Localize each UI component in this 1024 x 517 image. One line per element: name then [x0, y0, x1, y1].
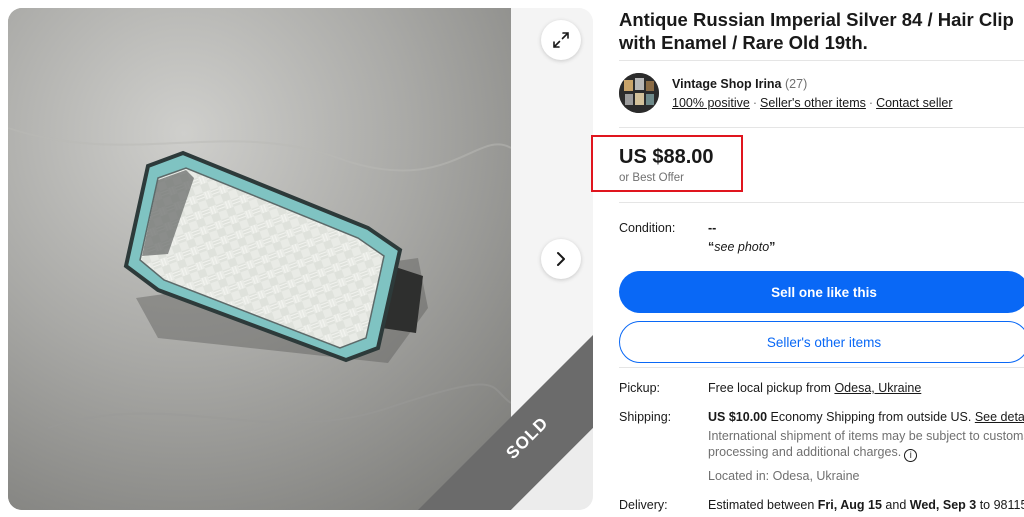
shipping-method: Economy Shipping from outside US. [767, 410, 975, 424]
delivery-date-from: Fri, Aug 15 [817, 498, 882, 512]
shipping-cost: US $10.00 [708, 410, 768, 424]
international-note-line2: processing and additional charges. i [708, 445, 918, 462]
contact-seller-link[interactable]: Contact seller [876, 96, 952, 110]
listing-title: Antique Russian Imperial Silver 84 / Hai… [619, 9, 1014, 53]
delivery-and: and [881, 498, 910, 512]
divider [619, 127, 1024, 128]
condition-label: Condition: [619, 221, 676, 235]
condition-note: “see photo” [708, 240, 775, 254]
separator-dot: · [868, 96, 874, 110]
next-image-button[interactable] [541, 239, 581, 279]
delivery-zip: to 98115 [976, 498, 1024, 512]
delivery-prefix: Estimated between [708, 498, 818, 512]
divider [619, 367, 1024, 368]
seller-other-items-button[interactable]: Seller's other items [619, 321, 1024, 363]
delivery-value: Estimated between Fri, Aug 15 and Wed, S… [708, 498, 1024, 515]
pickup-label: Pickup: [619, 381, 660, 395]
positive-feedback-link[interactable]: 100% positive [672, 96, 750, 110]
best-offer-text: or Best Offer [619, 172, 684, 184]
divider [619, 202, 1024, 203]
seller-feedback-count: (27) [785, 77, 808, 91]
expand-image-button[interactable] [541, 20, 581, 60]
pickup-value: Free local pickup from Odesa, Ukraine [708, 381, 921, 395]
shipping-value: US $10.00 Economy Shipping from outside … [708, 410, 1024, 424]
separator-dot: · [752, 96, 757, 110]
sell-one-like-this-button[interactable]: Sell one like this [619, 271, 1024, 313]
delivery-label: Delivery: [619, 498, 668, 512]
condition-value: -- [708, 221, 717, 235]
chevron-right-icon [557, 252, 565, 266]
avatar-image [619, 73, 659, 113]
seller-other-items-link[interactable]: Seller's other items [760, 96, 866, 110]
listing-details-panel: Antique Russian Imperial Silver 84 / Hai… [619, 0, 1024, 517]
pickup-text: Free local pickup from [708, 381, 835, 395]
quote-close: ” [769, 240, 776, 254]
international-note-text: processing and additional charges. [708, 445, 902, 459]
info-icon[interactable]: i [904, 449, 918, 462]
located-in: Located in: Odesa, Ukraine [708, 469, 860, 483]
seller-info: Vintage Shop Irina (27) 100% positive · Se… [619, 73, 1024, 115]
seller-links: 100% positive · Seller's other items · Conta… [672, 96, 953, 110]
delivery-date-to: Wed, Sep 3 [909, 498, 977, 512]
hair-clip-illustration [8, 8, 511, 510]
seller-name[interactable]: Vintage Shop Irina [672, 77, 782, 91]
product-photo[interactable] [8, 8, 511, 510]
image-gallery: SOLD [8, 8, 593, 510]
seller-name-line: Vintage Shop Irina (27) [672, 77, 807, 91]
divider [619, 60, 1024, 61]
expand-icon [553, 32, 569, 48]
condition-note-text: see photo [714, 240, 770, 254]
seller-avatar[interactable] [619, 73, 659, 113]
international-note-line1: International shipment of items may be s… [708, 429, 1024, 443]
pickup-location-link[interactable]: Odesa, Ukraine [834, 381, 921, 395]
shipping-label: Shipping: [619, 410, 672, 424]
price-amount: US $88.00 [619, 146, 714, 168]
shipping-details-link[interactable]: See details [975, 410, 1024, 424]
